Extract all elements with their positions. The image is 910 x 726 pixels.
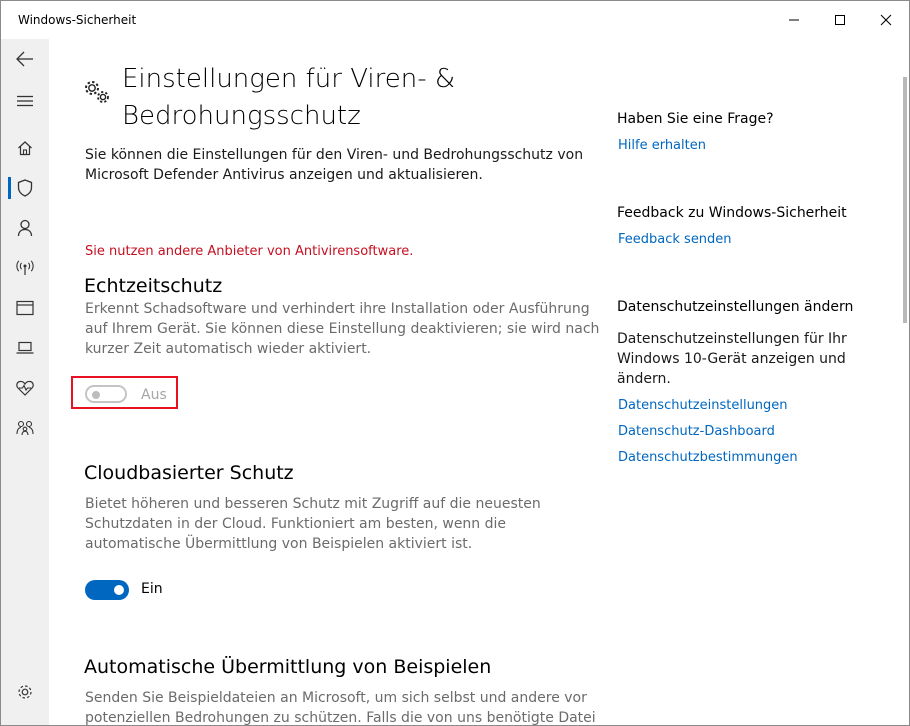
cloud-protection-description: Bietet höheren und besseren Schutz mit Z… bbox=[85, 494, 541, 554]
cloud-desc-line-1: Bietet höheren und besseren Schutz mit Z… bbox=[85, 496, 541, 512]
feedback-link[interactable]: Feedback senden bbox=[618, 232, 732, 247]
main-content: Einstellungen für Viren- & Bedrohungssch… bbox=[49, 39, 909, 725]
help-link[interactable]: Hilfe erhalten bbox=[618, 138, 706, 153]
privacy-desc-line-1: Datenschutzeinstellungen für Ihr bbox=[617, 331, 847, 347]
nav-virus-protection[interactable] bbox=[1, 168, 49, 208]
sample-desc-line-1: Senden Sie Beispieldateien an Microsoft,… bbox=[85, 690, 587, 706]
menu-button[interactable] bbox=[1, 81, 49, 121]
realtime-desc-line-3: kurzer Zeit automatisch wieder aktiviert… bbox=[85, 341, 372, 357]
maximize-icon bbox=[835, 15, 845, 25]
laptop-icon bbox=[16, 341, 34, 354]
question-heading: Haben Sie eine Frage? bbox=[617, 111, 774, 127]
title-bar: Windows-Sicherheit bbox=[1, 1, 909, 39]
cloud-protection-toggle-label: Ein bbox=[141, 581, 163, 597]
nav-device-health[interactable] bbox=[1, 368, 49, 408]
realtime-protection-description: Erkennt Schadsoftware und verhindert ihr… bbox=[85, 299, 599, 359]
antivirus-warning: Sie nutzen andere Anbieter von Antiviren… bbox=[85, 244, 414, 259]
navigation-sidebar bbox=[1, 39, 49, 725]
maximize-button[interactable] bbox=[817, 1, 863, 39]
family-icon bbox=[16, 420, 34, 436]
intro-description: Sie können die Einstellungen für den Vir… bbox=[85, 145, 583, 185]
toggle-knob bbox=[92, 391, 100, 399]
account-icon bbox=[17, 219, 33, 237]
realtime-desc-line-2: auf Ihrem Gerät. Sie können diese Einste… bbox=[85, 321, 600, 337]
realtime-protection-heading: Echtzeitschutz bbox=[84, 275, 223, 297]
home-icon bbox=[18, 141, 32, 156]
window-title: Windows-Sicherheit bbox=[18, 13, 137, 27]
privacy-description: Datenschutzeinstellungen für Ihr Windows… bbox=[617, 329, 847, 389]
realtime-desc-line-1: Erkennt Schadsoftware und verhindert ihr… bbox=[85, 301, 590, 317]
intro-line-2: Microsoft Defender Antivirus anzeigen un… bbox=[85, 167, 483, 183]
sample-desc-line-2: potenziellen Bedrohungen zu schützen. Fa… bbox=[85, 710, 596, 726]
close-icon bbox=[880, 14, 892, 26]
app-window: Windows-Sicherheit Einstellungen für Vir… bbox=[0, 0, 910, 726]
cloud-protection-toggle[interactable] bbox=[85, 580, 129, 600]
shield-icon bbox=[17, 179, 33, 197]
sample-submission-heading: Automatische Übermittlung von Beispielen bbox=[84, 656, 492, 678]
back-button[interactable] bbox=[1, 39, 49, 79]
minimize-icon bbox=[789, 19, 799, 21]
privacy-desc-line-3: ändern. bbox=[617, 371, 671, 387]
wireless-antenna-icon bbox=[16, 260, 34, 275]
back-arrow-icon bbox=[16, 51, 33, 67]
privacy-settings-link[interactable]: Datenschutzeinstellungen bbox=[618, 398, 788, 413]
nav-home[interactable] bbox=[1, 128, 49, 168]
cloud-protection-heading: Cloudbasierter Schutz bbox=[84, 462, 294, 484]
heart-pulse-icon bbox=[16, 380, 34, 396]
nav-firewall[interactable] bbox=[1, 248, 49, 288]
minimize-button[interactable] bbox=[771, 1, 817, 39]
close-button[interactable] bbox=[863, 1, 909, 39]
page-title-line-2: Bedrohungsschutz bbox=[122, 101, 361, 131]
feedback-heading: Feedback zu Windows-Sicherheit bbox=[617, 205, 847, 221]
nav-account[interactable] bbox=[1, 208, 49, 248]
app-browser-icon bbox=[16, 300, 34, 316]
nav-family-options[interactable] bbox=[1, 408, 49, 448]
intro-line-1: Sie können die Einstellungen für den Vir… bbox=[85, 147, 584, 163]
nav-settings[interactable] bbox=[1, 672, 49, 712]
cloud-desc-line-3: automatische Übermittlung von Beispielen… bbox=[85, 536, 473, 552]
privacy-dashboard-link[interactable]: Datenschutz-Dashboard bbox=[618, 424, 775, 439]
cloud-desc-line-2: Schutzdaten in der Cloud. Funktioniert a… bbox=[85, 516, 507, 532]
page-title: Einstellungen für Viren- & Bedrohungssch… bbox=[122, 61, 502, 135]
page-title-line-1: Einstellungen für Viren- & bbox=[122, 64, 456, 94]
hamburger-menu-icon bbox=[17, 95, 33, 107]
privacy-heading: Datenschutzeinstellungen ändern bbox=[617, 299, 854, 315]
toggle-knob bbox=[114, 585, 124, 595]
realtime-protection-toggle-label: Aus bbox=[141, 387, 167, 403]
vertical-scrollbar[interactable] bbox=[903, 77, 907, 323]
privacy-desc-line-2: Windows 10-Gerät anzeigen und bbox=[617, 351, 846, 367]
sample-submission-description: Senden Sie Beispieldateien an Microsoft,… bbox=[85, 688, 596, 726]
settings-gear-icon bbox=[18, 685, 32, 699]
realtime-protection-toggle[interactable] bbox=[85, 385, 127, 403]
nav-device-security[interactable] bbox=[1, 328, 49, 368]
settings-gears-icon bbox=[83, 79, 113, 109]
nav-app-browser[interactable] bbox=[1, 288, 49, 328]
privacy-statement-link[interactable]: Datenschutzbestimmungen bbox=[618, 450, 798, 465]
